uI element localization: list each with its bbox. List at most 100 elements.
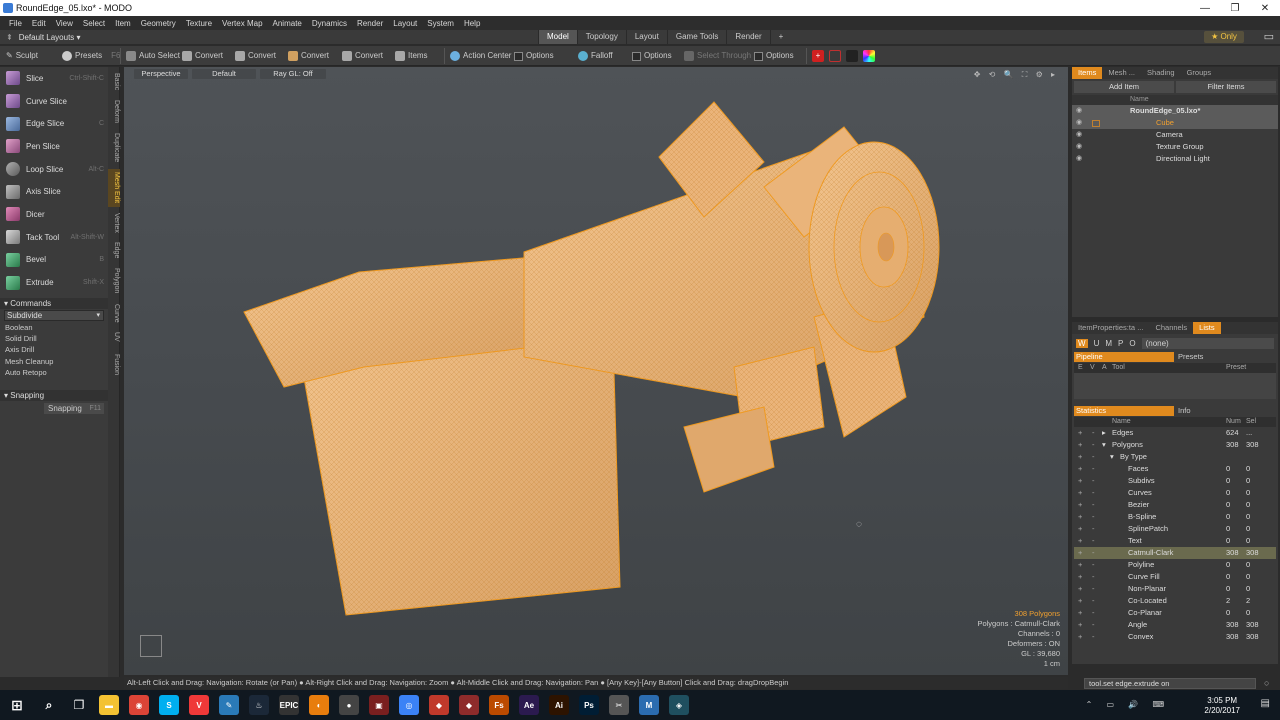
tab-statistics[interactable]: Statistics [1074,406,1174,416]
auto-select-button[interactable]: Auto Select [126,49,180,63]
minimize-button[interactable]: — [1190,3,1220,14]
snapshot-icon[interactable] [846,50,858,62]
add-tab-icon[interactable]: + [769,30,792,44]
chrome-icon[interactable]: ◉ [129,695,149,715]
visibility-icon[interactable]: ◉ [1076,105,1082,117]
app-icon-1[interactable]: ◆ [429,695,449,715]
subdivide-dropdown[interactable]: Subdivide [4,309,104,321]
visibility-icon[interactable]: ◉ [1076,141,1082,153]
convert-vertices-button[interactable]: Convert [182,49,223,63]
collapse-minus-icon[interactable]: - [1092,439,1095,451]
menu-render[interactable]: Render [352,19,388,28]
collapse-minus-icon[interactable]: - [1092,607,1095,619]
auto-retopo-command[interactable]: Auto Retopo [0,367,108,378]
mesh-model[interactable] [124,67,1068,675]
tab-model[interactable]: Model [538,30,577,44]
blender-icon[interactable]: ◐ [309,695,329,715]
falloff-options[interactable]: Options [632,49,672,63]
expand-plus-icon[interactable]: + [1078,463,1082,475]
tree-row-camera[interactable]: ◉ Camera [1072,129,1278,141]
app-icon-2[interactable]: ◆ [459,695,479,715]
menu-file[interactable]: File [4,19,27,28]
only-button[interactable]: ★ Only [1204,31,1244,43]
vivaldi-icon[interactable]: V [189,695,209,715]
lock-icon[interactable] [1092,119,1100,127]
menu-geometry[interactable]: Geometry [136,19,181,28]
vtab-vertex[interactable]: Vertex [108,211,120,235]
axis-slice-tool[interactable]: Axis Slice [0,180,108,203]
collapse-minus-icon[interactable]: - [1092,487,1095,499]
commands-header[interactable]: ▾ Commands [0,297,108,309]
vtab-curve[interactable]: Curve [108,301,120,325]
after-effects-icon[interactable]: Ae [519,695,539,715]
tab-groups[interactable]: Groups [1181,67,1218,79]
pipeline-list[interactable] [1074,373,1276,399]
visibility-icon[interactable]: ◉ [1076,117,1082,129]
notification-icon[interactable]: ▤ [1261,698,1270,709]
snapping-button[interactable]: Snapping F11 [44,403,104,415]
boolean-command[interactable]: Boolean [0,322,108,333]
expand-plus-icon[interactable]: + [1078,511,1082,523]
convert-materials-button[interactable]: Convert [342,49,383,63]
taskbar-clock[interactable]: 3:05 PM 2/20/2017 [1204,696,1240,716]
tab-lists[interactable]: Lists [1193,322,1221,334]
tab-pipeline[interactable]: Pipeline [1074,352,1174,362]
tab-info[interactable]: Info [1176,406,1276,416]
tab-presets[interactable]: Presets [1176,352,1276,362]
tools-icon[interactable]: ✂ [609,695,629,715]
tree-row-light[interactable]: ◉ Directional Light [1072,153,1278,165]
sculpt-button[interactable]: ✎ Sculpt [6,49,38,63]
tab-game-tools[interactable]: Game Tools [666,30,727,44]
items-mode-button[interactable]: Items [395,49,428,63]
extrude-tool[interactable]: Extrude Shift-X [0,271,108,294]
action-center-options[interactable]: Options [514,49,554,63]
menu-animate[interactable]: Animate [268,19,307,28]
tab-shading[interactable]: Shading [1141,67,1181,79]
menu-dynamics[interactable]: Dynamics [307,19,352,28]
stat-row-edges[interactable]: + - ▸ Edges 624... [1074,427,1276,439]
toggle-icon[interactable]: ▾ [1102,439,1106,451]
convert-edges-button[interactable]: Convert [235,49,276,63]
expand-plus-icon[interactable]: + [1078,451,1082,463]
tab-items[interactable]: Items [1072,67,1103,79]
vtab-polygon[interactable]: Polygon [108,265,120,297]
filter-w[interactable]: W [1076,338,1088,348]
solid-drill-command[interactable]: Solid Drill [0,333,108,344]
collapse-minus-icon[interactable]: - [1092,619,1095,631]
windows-start-icon[interactable]: ⊞ [5,695,29,715]
tree-row-cube[interactable]: ◉ Cube [1072,117,1278,129]
steam-icon[interactable]: ♨ [249,695,269,715]
pin-icon[interactable]: ⇞ [6,33,13,42]
presets-button[interactable]: Presets F6 [62,49,120,63]
tree-row-scene[interactable]: ◉ RoundEdge_05.lxo* [1072,105,1278,117]
none-dropdown[interactable]: (none) [1141,337,1274,349]
menu-edit[interactable]: Edit [27,19,51,28]
collapse-minus-icon[interactable]: - [1092,631,1095,643]
task-view-icon[interactable]: ❐ [69,695,89,715]
expand-plus-icon[interactable]: + [1078,547,1082,559]
pen-slice-tool[interactable]: Pen Slice [0,135,108,158]
action-center-button[interactable]: Action Center [450,49,511,63]
visibility-icon[interactable]: ◉ [1076,153,1082,165]
vtab-duplicate[interactable]: Duplicate [108,129,120,167]
expand-plus-icon[interactable]: + [1078,475,1082,487]
expand-plus-icon[interactable]: + [1078,523,1082,535]
edge-slice-tool[interactable]: Edge Slice C [0,112,108,135]
menu-item[interactable]: Item [110,19,136,28]
falloff-button[interactable]: Falloff [578,49,613,63]
illustrator-icon[interactable]: Ai [549,695,569,715]
3d-viewport[interactable]: Perspective Default Ray GL: Off ✥ ⟲ 🔍 ⛶ … [124,67,1068,675]
ring-icon[interactable]: ◎ [399,695,419,715]
tab-topology[interactable]: Topology [576,30,626,44]
add-item-button[interactable]: Add Item [1074,81,1174,93]
expand-plus-icon[interactable]: + [1078,427,1082,439]
filter-u[interactable]: U [1094,339,1100,348]
file-explorer-icon[interactable]: ▬ [99,695,119,715]
skype-icon[interactable]: S [159,695,179,715]
stat-row-by-type[interactable]: + - ▾ By Type [1074,451,1276,463]
tab-item-properties[interactable]: ItemProperties:ta ... [1072,322,1149,334]
convert-polygons-button[interactable]: Convert [288,49,329,63]
expand-plus-icon[interactable]: + [1078,439,1082,451]
stat-row-non-planar[interactable]: + - Non-Planar 0 0 [1074,583,1276,595]
dicer-tool[interactable]: Dicer [0,203,108,226]
